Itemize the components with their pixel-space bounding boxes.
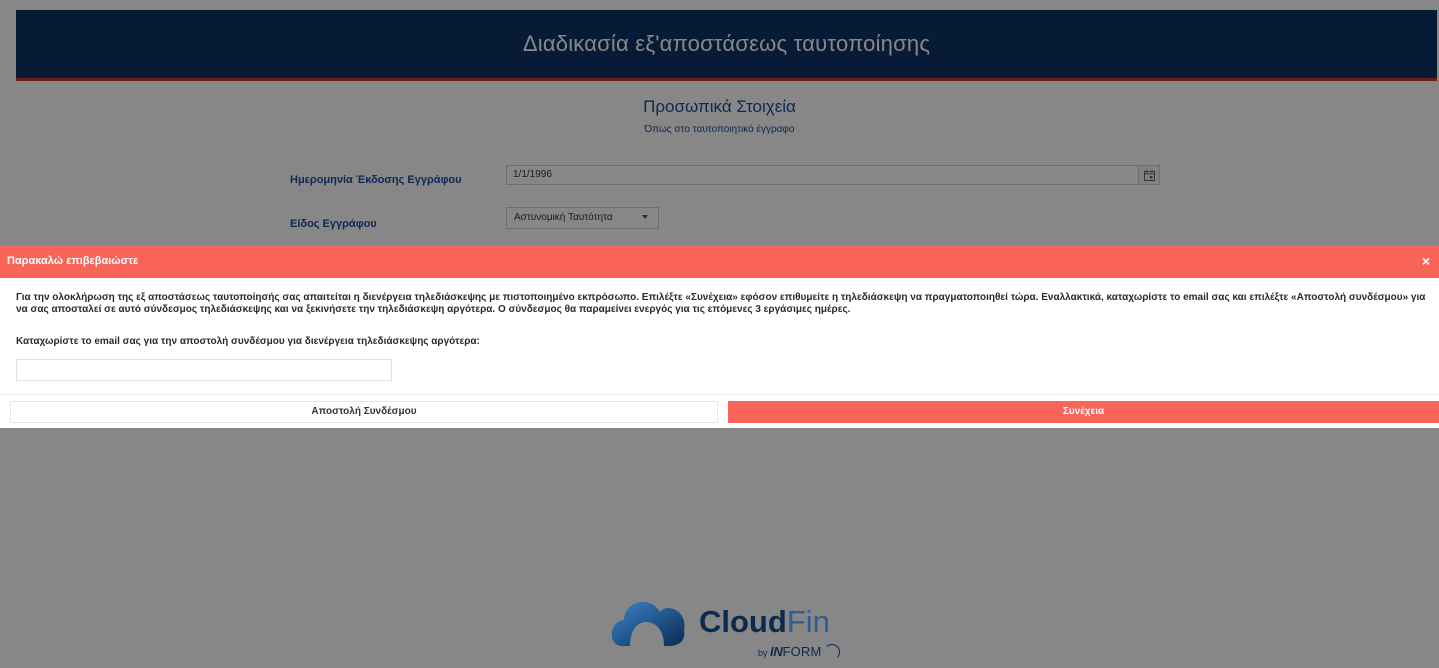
- dialog-title: Παρακαλώ επιβεβαιώστε: [7, 255, 139, 267]
- close-icon[interactable]: ×: [1417, 252, 1435, 270]
- page: Διαδικασία εξ'αποστάσεως ταυτοποίησης Πρ…: [0, 0, 1439, 668]
- dialog-message: Για την ολοκλήρωση της εξ αποστάσεως ταυ…: [16, 292, 1426, 315]
- logo-name-bold: Cloud: [699, 604, 787, 639]
- email-field[interactable]: [16, 359, 392, 381]
- dialog-header: Παρακαλώ επιβεβαιώστε ×: [0, 245, 1439, 278]
- logo-brand-light: FORM: [782, 644, 822, 659]
- logo-wordmark: CloudFin: [699, 604, 830, 640]
- send-link-button[interactable]: Αποστολή Συνδέσμου: [10, 401, 718, 423]
- cloud-icon: [611, 601, 685, 646]
- logo-name-light: Fin: [786, 604, 830, 639]
- cloudfin-logo: CloudFin by INFORM: [606, 590, 866, 668]
- confirm-dialog: Παρακαλώ επιβεβαιώστε × Για την ολοκλήρω…: [0, 245, 1439, 428]
- dialog-divider: [0, 394, 1439, 395]
- logo-brand-bold: IN: [770, 644, 783, 659]
- continue-button[interactable]: Συνέχεια: [728, 401, 1439, 423]
- email-prompt: Καταχωρίστε το email σας για την αποστολ…: [16, 336, 480, 347]
- logo-byline: by INFORM: [758, 644, 822, 659]
- logo-ring-icon: [824, 644, 840, 660]
- logo-by-text: by: [758, 648, 768, 658]
